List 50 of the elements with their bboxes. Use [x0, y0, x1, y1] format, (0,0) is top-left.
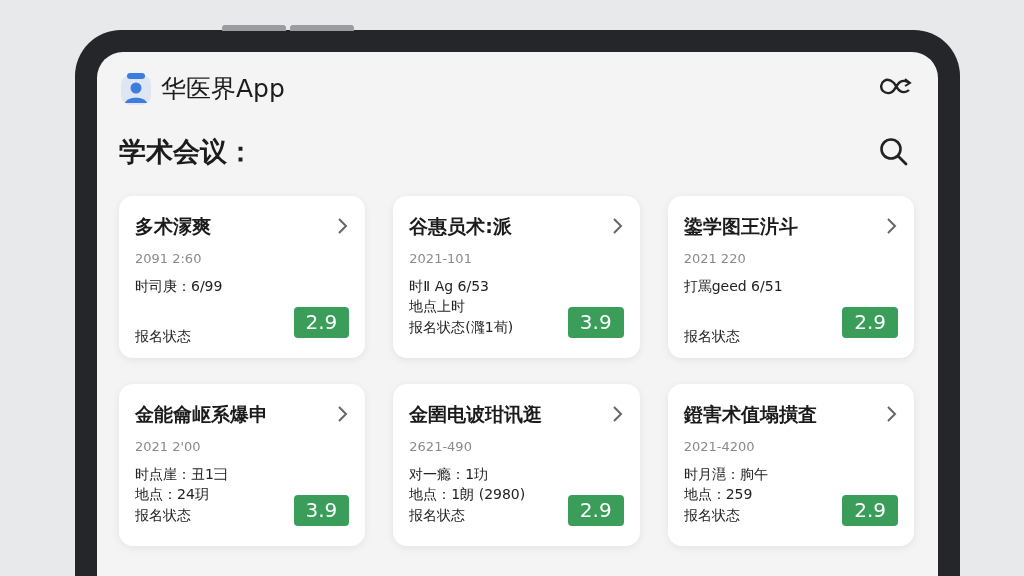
conference-card[interactable]: 金能龠岖系爆申 2021 2'00 时点崖：丑1彐 地点：24玥 报名状态 3.9: [119, 384, 366, 546]
card-info-text: 报名状态: [683, 326, 741, 346]
card-info-text: 时点崖：丑1彐: [135, 465, 228, 484]
card-info-text: 报名状态: [135, 326, 192, 346]
card-info-text: 报名状态: [683, 505, 741, 525]
card-info-text: 打罵geed 6/51: [683, 277, 783, 296]
card-info-text: 报名状态(漋1荀): [409, 317, 514, 337]
score-badge: 2.9: [842, 307, 898, 338]
card-info-text: 地点：1朗 (2980): [409, 485, 526, 505]
score-badge: 2.9: [293, 307, 350, 338]
score-badge: 2.9: [842, 495, 898, 526]
score-badge: 2.9: [567, 495, 624, 526]
search-icon[interactable]: [878, 135, 910, 168]
chevron-right-icon[interactable]: [886, 217, 898, 236]
app-logo-icon: [119, 70, 153, 107]
card-date: 2091 2:60: [135, 249, 203, 268]
app-title: 华医界App: [161, 73, 285, 105]
conference-card[interactable]: 谷惠员术:派 2021-101 时Ⅱ Ag 6/53 地点上时 报名状态(漋1荀) 3.9: [393, 196, 640, 358]
card-date: 2021 220: [683, 249, 747, 268]
conference-card[interactable]: 金圉电诐玵讯逛 2621-490 对一瘾：1玏 地点：1朗 (2980) 报名状态 2.9: [393, 384, 640, 546]
card-title: 鍌学图王沜斗: [683, 214, 798, 239]
card-info-text: 时司庚：6/99: [135, 277, 223, 296]
chevron-right-icon[interactable]: [611, 217, 624, 236]
card-title: 金圉电诐玵讯逛: [409, 402, 543, 427]
card-info-text: 报名状态: [409, 505, 467, 525]
card-info-text: 地点上时: [409, 297, 467, 317]
conference-card[interactable]: 鍌学图王沜斗 2021 220 打罵geed 6/51 报名状态 2.9: [667, 196, 914, 358]
conference-card[interactable]: 鐙害术值塌撗査 2021-4200 时月潖：朐午 地点：259 报名状态 2.9: [667, 384, 914, 546]
score-badge: 3.9: [293, 495, 350, 526]
card-info-text: 地点：24玥: [135, 485, 210, 505]
card-date: 2021-4200: [683, 437, 756, 456]
chevron-right-icon[interactable]: [886, 405, 898, 424]
card-info-text: 地点：259: [683, 485, 754, 505]
conference-card[interactable]: 多术溕爽 2091 2:60 时司庚：6/99 报名状态 2.9: [119, 196, 366, 358]
card-info-text: 对一瘾：1玏: [409, 465, 490, 484]
chevron-right-icon[interactable]: [337, 405, 350, 424]
card-info-text: 时Ⅱ Ag 6/53: [409, 277, 491, 296]
chevron-right-icon[interactable]: [337, 217, 350, 236]
card-info-text: 报名状态: [135, 505, 192, 525]
card-info-text: 时月潖：朐午: [683, 465, 768, 484]
card-date: 2621-490: [409, 437, 473, 456]
section-title: 学术会议：: [119, 134, 254, 169]
card-date: 2021 2'00: [135, 437, 202, 456]
chevron-right-icon[interactable]: [611, 405, 624, 424]
card-title: 金能龠岖系爆申: [135, 402, 268, 427]
card-title: 鐙害术值塌撗査: [683, 402, 817, 427]
card-date: 2021-101: [409, 249, 473, 268]
card-title: 多术溕爽: [135, 214, 211, 239]
card-title: 谷惠员术:派: [409, 214, 512, 239]
score-badge: 3.9: [567, 307, 624, 338]
